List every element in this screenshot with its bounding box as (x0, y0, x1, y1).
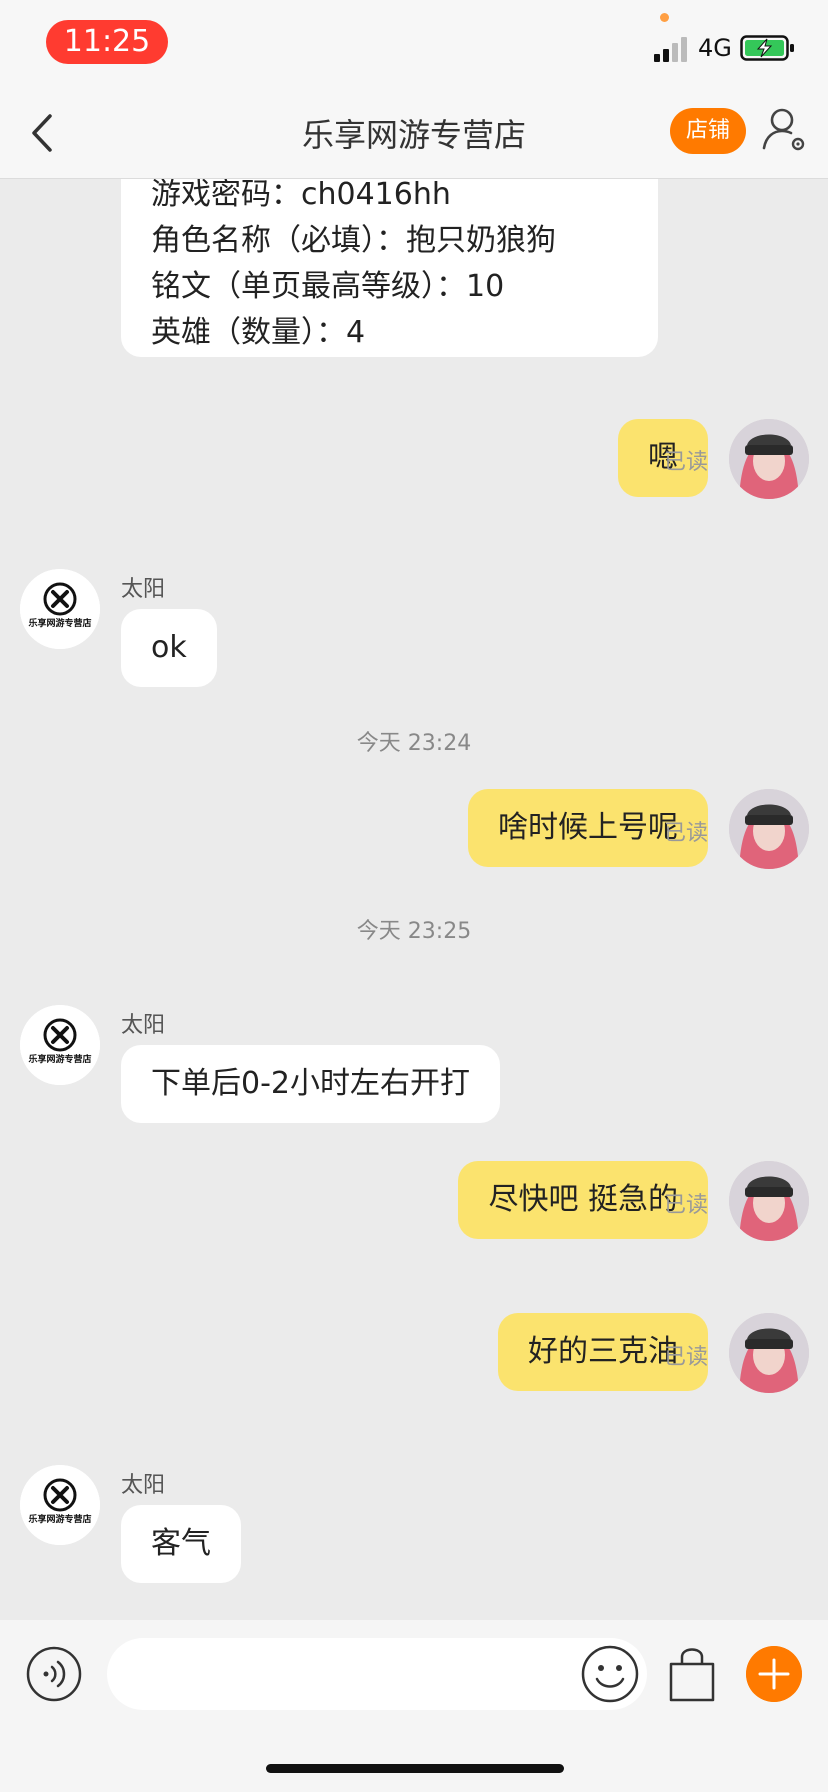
form-line-password: 游戏密码：ch0416hh (151, 179, 451, 212)
form-line-heroes: 英雄（数量）：4 (151, 315, 366, 350)
plus-icon[interactable] (746, 1646, 802, 1702)
voice-icon[interactable] (26, 1646, 82, 1702)
shop-logo-text: 乐享网游专营店 (28, 1515, 92, 1525)
sender-name: 太阳 (121, 577, 166, 602)
avatar[interactable] (729, 1313, 809, 1393)
status-bar: 11:25 4G (0, 0, 828, 88)
sender-name: 太阳 (121, 1473, 166, 1498)
shop-logo-icon (20, 1005, 100, 1085)
form-line-role-name: 角色名称（必填）：抱只奶狼狗 (151, 223, 556, 258)
read-status: 已读 (663, 821, 708, 846)
read-status: 已读 (663, 1345, 708, 1370)
avatar[interactable]: 乐享网游专营店 (20, 1005, 100, 1085)
order-form-message: 游戏密码：ch0416hh 角色名称（必填）：抱只奶狼狗 铭文（单页最高等级）：… (121, 179, 658, 357)
user-avatar-image (729, 1313, 809, 1393)
message-bubble-other[interactable]: 客气 (121, 1505, 241, 1583)
form-line-inscription: 铭文（单页最高等级）：10 (151, 269, 505, 304)
message-bubble-other[interactable]: 下单后0-2小时左右开打 (121, 1045, 500, 1123)
privacy-indicator-dot (660, 13, 669, 22)
user-avatar-image (729, 789, 809, 869)
shop-logo-text: 乐享网游专营店 (28, 619, 92, 629)
avatar[interactable] (729, 1161, 809, 1241)
emoji-icon[interactable] (580, 1644, 640, 1704)
avatar[interactable]: 乐享网游专营店 (20, 569, 100, 649)
signal-icon (654, 37, 687, 62)
status-time: 11:25 (46, 20, 168, 64)
shopping-bag-icon[interactable] (666, 1644, 718, 1704)
shop-button[interactable]: 店铺 (670, 108, 746, 154)
home-indicator (266, 1764, 564, 1773)
avatar[interactable] (729, 419, 809, 499)
read-status: 已读 (663, 1193, 708, 1218)
shop-logo-text: 乐享网游专营店 (28, 1055, 92, 1065)
sender-name: 太阳 (121, 1013, 166, 1038)
battery-charging-icon (740, 35, 794, 61)
time-divider: 今天 23:24 (356, 731, 472, 756)
profile-settings-icon[interactable] (760, 104, 810, 154)
avatar[interactable]: 乐享网游专营店 (20, 1465, 100, 1545)
user-avatar-image (729, 419, 809, 499)
message-input[interactable] (107, 1638, 647, 1710)
message-bubble-other[interactable]: ok (121, 609, 217, 687)
read-status: 已读 (663, 450, 708, 475)
shop-logo-icon (20, 569, 100, 649)
shop-logo-icon (20, 1465, 100, 1545)
user-avatar-image (729, 1161, 809, 1241)
time-divider: 今天 23:25 (356, 919, 472, 944)
avatar[interactable] (729, 789, 809, 869)
nav-bar: 乐享网游专营店 店铺 (0, 88, 828, 179)
chat-message-list[interactable]: 游戏密码：ch0416hh 角色名称（必填）：抱只奶狼狗 铭文（单页最高等级）：… (0, 179, 828, 1620)
network-type: 4G (698, 34, 732, 62)
